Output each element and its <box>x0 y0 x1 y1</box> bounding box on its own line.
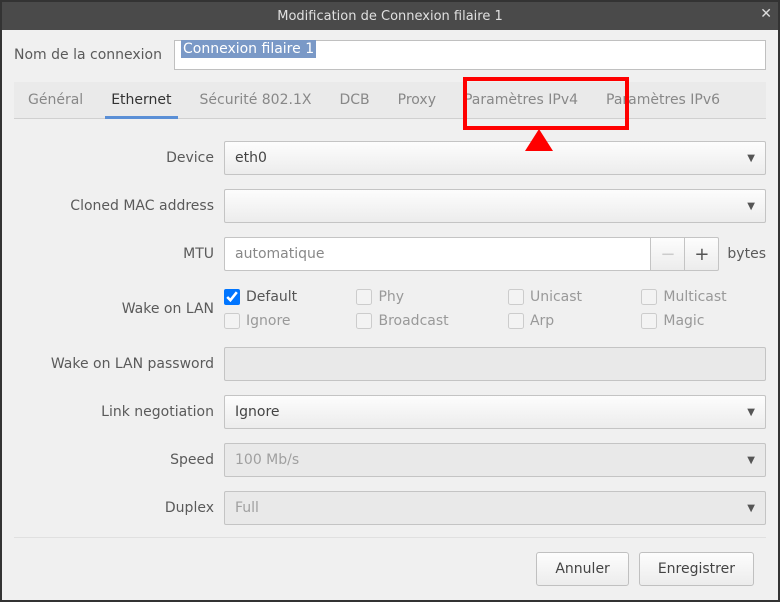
mtu-stepper: − + <box>651 237 719 271</box>
save-button[interactable]: Enregistrer <box>639 552 754 586</box>
speed-select[interactable]: 100 Mb/s ▼ <box>224 443 766 477</box>
wol-option-phy: Phy <box>356 289 487 305</box>
tab-dcb[interactable]: DCB <box>325 82 383 118</box>
ethernet-form: Device eth0 ▼ Cloned MAC address ▼ MTU a… <box>14 119 766 525</box>
link-negotiation-select[interactable]: Ignore ▼ <box>224 395 766 429</box>
wol-option-default[interactable]: Default <box>224 289 336 305</box>
chevron-down-icon: ▼ <box>747 153 755 164</box>
connection-name-label: Nom de la connexion <box>14 47 162 63</box>
wol-checkbox-multicast <box>641 289 657 305</box>
wol-checkbox-unicast <box>508 289 524 305</box>
duplex-value: Full <box>235 500 259 516</box>
mtu-increment-button[interactable]: + <box>685 237 719 271</box>
tab-ipv4[interactable]: Paramètres IPv4 <box>450 82 592 118</box>
link-negotiation-value: Ignore <box>235 404 280 420</box>
wol-checkbox-magic <box>641 313 657 329</box>
mtu-value: automatique <box>235 246 324 262</box>
duplex-label: Duplex <box>14 500 214 516</box>
connection-name-input[interactable]: Connexion filaire 1 <box>174 40 766 70</box>
wol-label-magic: Magic <box>663 313 704 329</box>
chevron-down-icon: ▼ <box>747 201 755 212</box>
duplex-select[interactable]: Full ▼ <box>224 491 766 525</box>
wol-option-multicast: Multicast <box>641 289 766 305</box>
link-negotiation-label: Link negotiation <box>14 404 214 420</box>
wol-option-ignore: Ignore <box>224 313 336 329</box>
wol-label-ignore: Ignore <box>246 313 291 329</box>
mtu-label: MTU <box>14 246 214 262</box>
wol-checkbox-default[interactable] <box>224 289 240 305</box>
mtu-decrement-button[interactable]: − <box>651 237 685 271</box>
wol-option-broadcast: Broadcast <box>356 313 487 329</box>
mtu-row: automatique − + bytes <box>224 237 766 271</box>
wol-label-unicast: Unicast <box>530 289 582 305</box>
window-title: Modification de Connexion filaire 1 <box>277 9 503 24</box>
mtu-input[interactable]: automatique <box>224 237 651 271</box>
tab-general[interactable]: Général <box>14 82 97 118</box>
tab-proxy[interactable]: Proxy <box>384 82 450 118</box>
wol-label-arp: Arp <box>530 313 554 329</box>
chevron-down-icon: ▼ <box>747 455 755 466</box>
wol-label-default: Default <box>246 289 297 305</box>
device-label: Device <box>14 150 214 166</box>
wol-label-multicast: Multicast <box>663 289 726 305</box>
mtu-unit: bytes <box>727 246 766 262</box>
tab-sec8021x[interactable]: Sécurité 802.1X <box>186 82 326 118</box>
wol-label-phy: Phy <box>378 289 404 305</box>
wol-checkbox-phy <box>356 289 372 305</box>
wol-label-broadcast: Broadcast <box>378 313 448 329</box>
tab-ethernet[interactable]: Ethernet <box>97 82 185 118</box>
wol-option-magic: Magic <box>641 313 766 329</box>
connection-name-row: Nom de la connexion Connexion filaire 1 <box>14 40 766 70</box>
wol-label: Wake on LAN <box>14 301 214 317</box>
speed-value: 100 Mb/s <box>235 452 299 468</box>
titlebar: Modification de Connexion filaire 1 ✕ <box>2 2 778 30</box>
content-area: Nom de la connexion Connexion filaire 1 … <box>2 30 778 600</box>
speed-label: Speed <box>14 452 214 468</box>
device-value: eth0 <box>235 150 267 166</box>
chevron-down-icon: ▼ <box>747 407 755 418</box>
wol-password-input[interactable] <box>224 347 766 381</box>
wol-options-grid: Default Phy Unicast Multicast Ignore Broadcas… <box>224 285 766 333</box>
tab-bar: GénéralEthernetSécurité 802.1XDCBProxyPa… <box>14 82 766 119</box>
chevron-down-icon: ▼ <box>747 503 755 514</box>
cancel-button[interactable]: Annuler <box>536 552 628 586</box>
dialog-footer: Annuler Enregistrer <box>14 537 766 600</box>
wol-option-unicast: Unicast <box>508 289 621 305</box>
wol-option-arp: Arp <box>508 313 621 329</box>
wol-checkbox-broadcast <box>356 313 372 329</box>
connection-editor-window: Modification de Connexion filaire 1 ✕ No… <box>0 0 780 602</box>
cloned-mac-label: Cloned MAC address <box>14 198 214 214</box>
wol-checkbox-arp <box>508 313 524 329</box>
tab-ipv6[interactable]: Paramètres IPv6 <box>592 82 734 118</box>
close-icon[interactable]: ✕ <box>760 6 772 22</box>
device-combo[interactable]: eth0 ▼ <box>224 141 766 175</box>
wol-checkbox-ignore <box>224 313 240 329</box>
connection-name-value: Connexion filaire 1 <box>181 40 316 58</box>
wol-password-label: Wake on LAN password <box>14 356 214 372</box>
cloned-mac-combo[interactable]: ▼ <box>224 189 766 223</box>
